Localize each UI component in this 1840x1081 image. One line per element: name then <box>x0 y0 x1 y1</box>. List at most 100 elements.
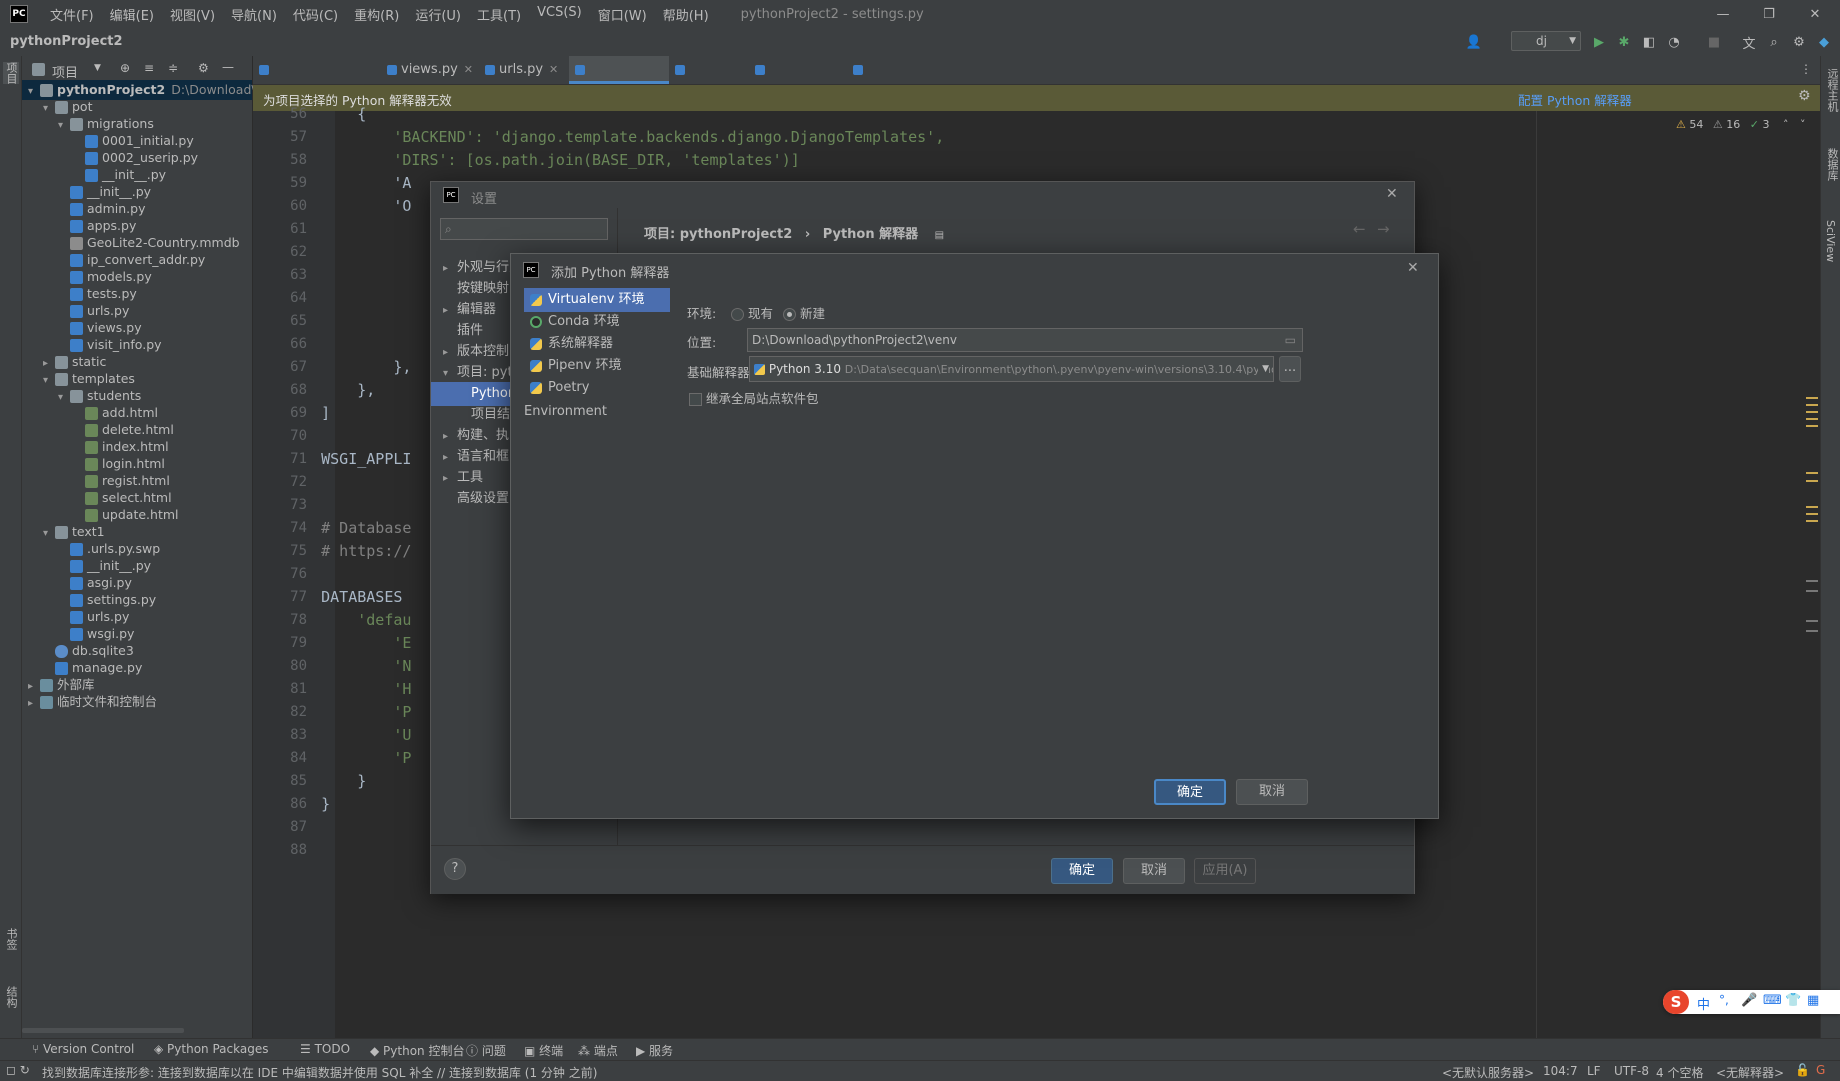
location-field[interactable]: D:\Download\pythonProject2\venv ▭ <box>747 328 1303 352</box>
env-type-item[interactable]: Conda 环境 <box>524 310 670 334</box>
indent-widget[interactable]: 4 个空格 <box>1656 1064 1703 1081</box>
close-tab-icon[interactable]: ✕ <box>464 63 473 76</box>
menu-item[interactable]: 导航(N) <box>223 5 285 24</box>
stop-icon[interactable]: ■ <box>1706 34 1722 50</box>
jetbrains-ai-icon[interactable]: G <box>1816 1063 1825 1077</box>
tool-window-button[interactable]: ⓘ 问题 <box>466 1042 506 1059</box>
caret-position[interactable]: 104:7 <box>1543 1064 1578 1078</box>
add-interpreter-ok-button[interactable]: 确定 <box>1154 779 1226 805</box>
add-interpreter-cancel-button[interactable]: 取消 <box>1236 779 1308 805</box>
menu-item[interactable]: VCS(S) <box>529 5 590 24</box>
tool-window-button[interactable]: ▣ 终端 <box>524 1042 563 1059</box>
remote-host-tool-button[interactable]: 远程主机 <box>1824 68 1840 112</box>
run-config-select[interactable]: dj ▼ <box>1511 31 1581 51</box>
line-separator[interactable]: LF <box>1587 1064 1601 1078</box>
project-tool-button[interactable]: 项目 <box>3 62 19 84</box>
coverage-icon[interactable]: ◧ <box>1641 34 1657 50</box>
settings-search-input[interactable]: ⌕ <box>440 218 608 240</box>
editor-tab[interactable]: ip_convert_addr.py✕ <box>253 56 397 105</box>
collapse-all-icon[interactable]: ≑ <box>168 61 178 75</box>
browse-interpreter-button[interactable]: ... <box>1279 356 1301 382</box>
locate-icon[interactable]: ⊕ <box>120 61 130 75</box>
gear-icon[interactable]: ⚙ <box>1791 34 1807 50</box>
settings-apply-button[interactable]: 应用(A) <box>1194 858 1256 884</box>
menu-item[interactable]: 工具(T) <box>469 5 529 24</box>
skin-icon[interactable]: 👕 <box>1785 993 1801 1008</box>
server-widget[interactable]: <无默认服务器> <box>1442 1064 1534 1081</box>
expand-arrow-icon[interactable]: ▾ <box>43 371 55 391</box>
breadcrumb-project[interactable]: 项目: pythonProject2 <box>644 227 792 242</box>
keyboard-icon[interactable]: ⌨ <box>1763 993 1782 1008</box>
maximize-icon[interactable]: ❐ <box>1746 0 1792 28</box>
env-type-item[interactable]: Poetry Environment <box>524 376 670 419</box>
sciview-tool-button[interactable]: SciView <box>1824 220 1837 262</box>
env-type-item[interactable]: 系统解释器 <box>524 332 670 356</box>
more-tabs-icon[interactable]: ⋮ <box>1800 62 1812 76</box>
jetbrains-logo-icon[interactable]: ◆ <box>1816 34 1832 50</box>
menu-item[interactable]: 代码(C) <box>285 5 346 24</box>
tree-item[interactable]: ▸ 临时文件和控制台 <box>28 692 157 712</box>
settings-cancel-button[interactable]: 取消 <box>1123 858 1185 884</box>
search-icon[interactable]: ⌕ <box>1766 34 1782 50</box>
toolbox-icon[interactable]: ▦ <box>1807 993 1819 1008</box>
tool-window-button[interactable]: ⁂ 端点 <box>578 1042 618 1059</box>
menu-item[interactable]: 窗口(W) <box>590 5 655 24</box>
hide-panel-icon[interactable]: — <box>222 60 234 74</box>
debug-icon[interactable]: ✱ <box>1616 34 1632 50</box>
back-arrow-icon[interactable]: ← <box>1353 220 1366 238</box>
configure-interpreter-link[interactable]: 配置 Python 解释器 <box>1518 90 1632 109</box>
expand-arrow-icon[interactable]: ▾ <box>28 82 40 102</box>
folder-icon[interactable]: ▭ <box>1285 329 1296 351</box>
menu-item[interactable]: 文件(F) <box>42 5 102 24</box>
chevron-up-icon[interactable]: ˄ <box>1783 118 1789 131</box>
help-button[interactable]: ? <box>444 858 466 880</box>
microphone-icon[interactable]: 🎤 <box>1741 993 1757 1008</box>
editor-tab[interactable]: asgi.py✕ <box>669 56 749 105</box>
translate-icon[interactable]: 文 <box>1741 34 1757 52</box>
punctuation-icon[interactable]: °, <box>1719 993 1729 1007</box>
menu-item[interactable]: 运行(U) <box>407 5 469 24</box>
editor-tab[interactable]: views.py ✕ <box>381 56 479 84</box>
expand-arrow-icon[interactable]: ▸ <box>28 694 40 714</box>
editor-tab[interactable]: settings.py✕ <box>569 56 669 105</box>
settings-ok-button[interactable]: 确定 <box>1051 858 1113 884</box>
env-type-item[interactable]: Pipenv 环境 <box>524 354 670 378</box>
minimize-icon[interactable]: — <box>1700 0 1746 28</box>
chevron-down-icon[interactable]: ˅ <box>1800 118 1806 131</box>
close-tab-icon[interactable]: ✕ <box>549 63 558 76</box>
menu-item[interactable]: 编辑(E) <box>102 5 162 24</box>
base-interpreter-select[interactable]: Python 3.10 D:\Data\secquan\Environment\… <box>749 356 1274 382</box>
expand-arrow-icon[interactable]: ▾ <box>43 524 55 544</box>
project-view-select[interactable]: 项目 <box>52 62 78 81</box>
tool-window-button[interactable]: ▶ 服务 <box>636 1042 673 1059</box>
close-icon[interactable]: ✕ <box>1407 260 1419 276</box>
forward-arrow-icon[interactable]: → <box>1377 220 1390 238</box>
expand-all-icon[interactable]: ≡ <box>144 61 154 75</box>
tool-window-button[interactable]: ◆ Python 控制台 <box>370 1042 464 1059</box>
interpreter-widget[interactable]: <无解释器> <box>1716 1064 1784 1081</box>
gear-icon[interactable]: ⚙ <box>1798 88 1811 104</box>
env-new-radio[interactable]: 新建 <box>783 303 825 322</box>
close-window-icon[interactable]: ✕ <box>1792 0 1838 28</box>
menu-item[interactable]: 重构(R) <box>346 5 407 24</box>
bookmarks-tool-button[interactable]: 书签 <box>3 928 19 950</box>
env-type-item[interactable]: Virtualenv 环境 <box>524 288 670 312</box>
close-icon[interactable]: ✕ <box>1386 186 1398 202</box>
run-icon[interactable]: ▶ <box>1591 34 1607 50</box>
tool-window-button[interactable]: ◈ Python Packages <box>154 1042 268 1056</box>
tool-window-button[interactable]: ☰ TODO <box>300 1042 350 1056</box>
inspection-widget[interactable]: ⚠ 54 ⚠ 16 ✓ 3 ˄ ˅ <box>1676 118 1805 131</box>
editor-tab[interactable]: manage.py✕ <box>847 56 941 105</box>
expand-arrow-icon[interactable]: ▾ <box>58 116 70 136</box>
user-icon[interactable]: 👤 <box>1466 34 1482 50</box>
profile-icon[interactable]: ◔ <box>1666 34 1682 50</box>
expand-arrow-icon[interactable]: ▾ <box>58 388 70 408</box>
ime-toolbar[interactable]: S 中 °, 🎤 ⌨ 👕 ▦ <box>1663 990 1840 1014</box>
env-existing-radio[interactable]: 现有 <box>731 303 773 322</box>
file-encoding[interactable]: UTF-8 <box>1614 1064 1649 1078</box>
expand-arrow-icon[interactable]: ▾ <box>43 99 55 119</box>
chevron-down-icon[interactable]: ▼ <box>94 63 101 73</box>
editor-tab[interactable]: tokenize.py✕ <box>749 56 847 105</box>
project-breadcrumb[interactable]: pythonProject2 <box>10 34 123 49</box>
inherit-packages-checkbox[interactable]: 继承全局站点软件包 <box>689 388 819 407</box>
